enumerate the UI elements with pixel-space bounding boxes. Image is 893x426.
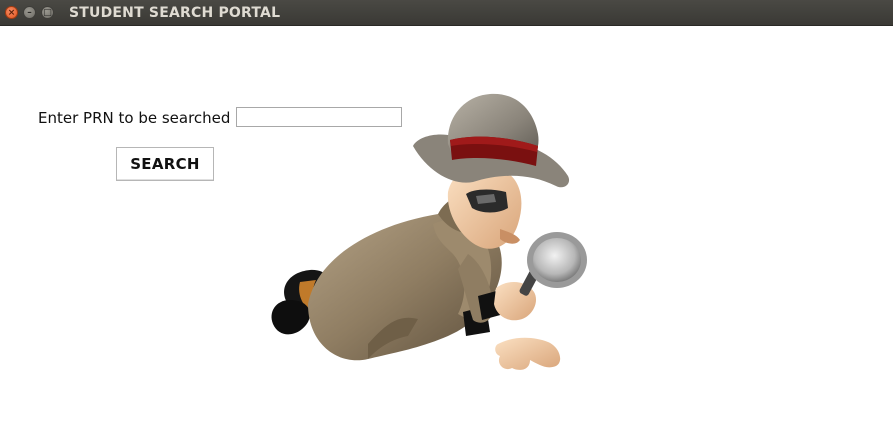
detective-illustration [271, 93, 587, 370]
magnifier-lens [533, 238, 581, 282]
window-titlebar[interactable]: × – □ STUDENT SEARCH PORTAL [0, 0, 893, 26]
window-title: STUDENT SEARCH PORTAL [69, 5, 281, 21]
main-content: Enter PRN to be searched SEARCH [0, 26, 893, 426]
search-button[interactable]: SEARCH [116, 147, 214, 181]
hand-ground [495, 337, 561, 370]
minimize-window-button[interactable]: – [23, 6, 36, 19]
prn-label: Enter PRN to be searched [38, 109, 231, 127]
close-window-button[interactable]: × [5, 6, 18, 19]
shoe-front [271, 300, 310, 335]
maximize-window-button[interactable]: □ [41, 6, 54, 19]
